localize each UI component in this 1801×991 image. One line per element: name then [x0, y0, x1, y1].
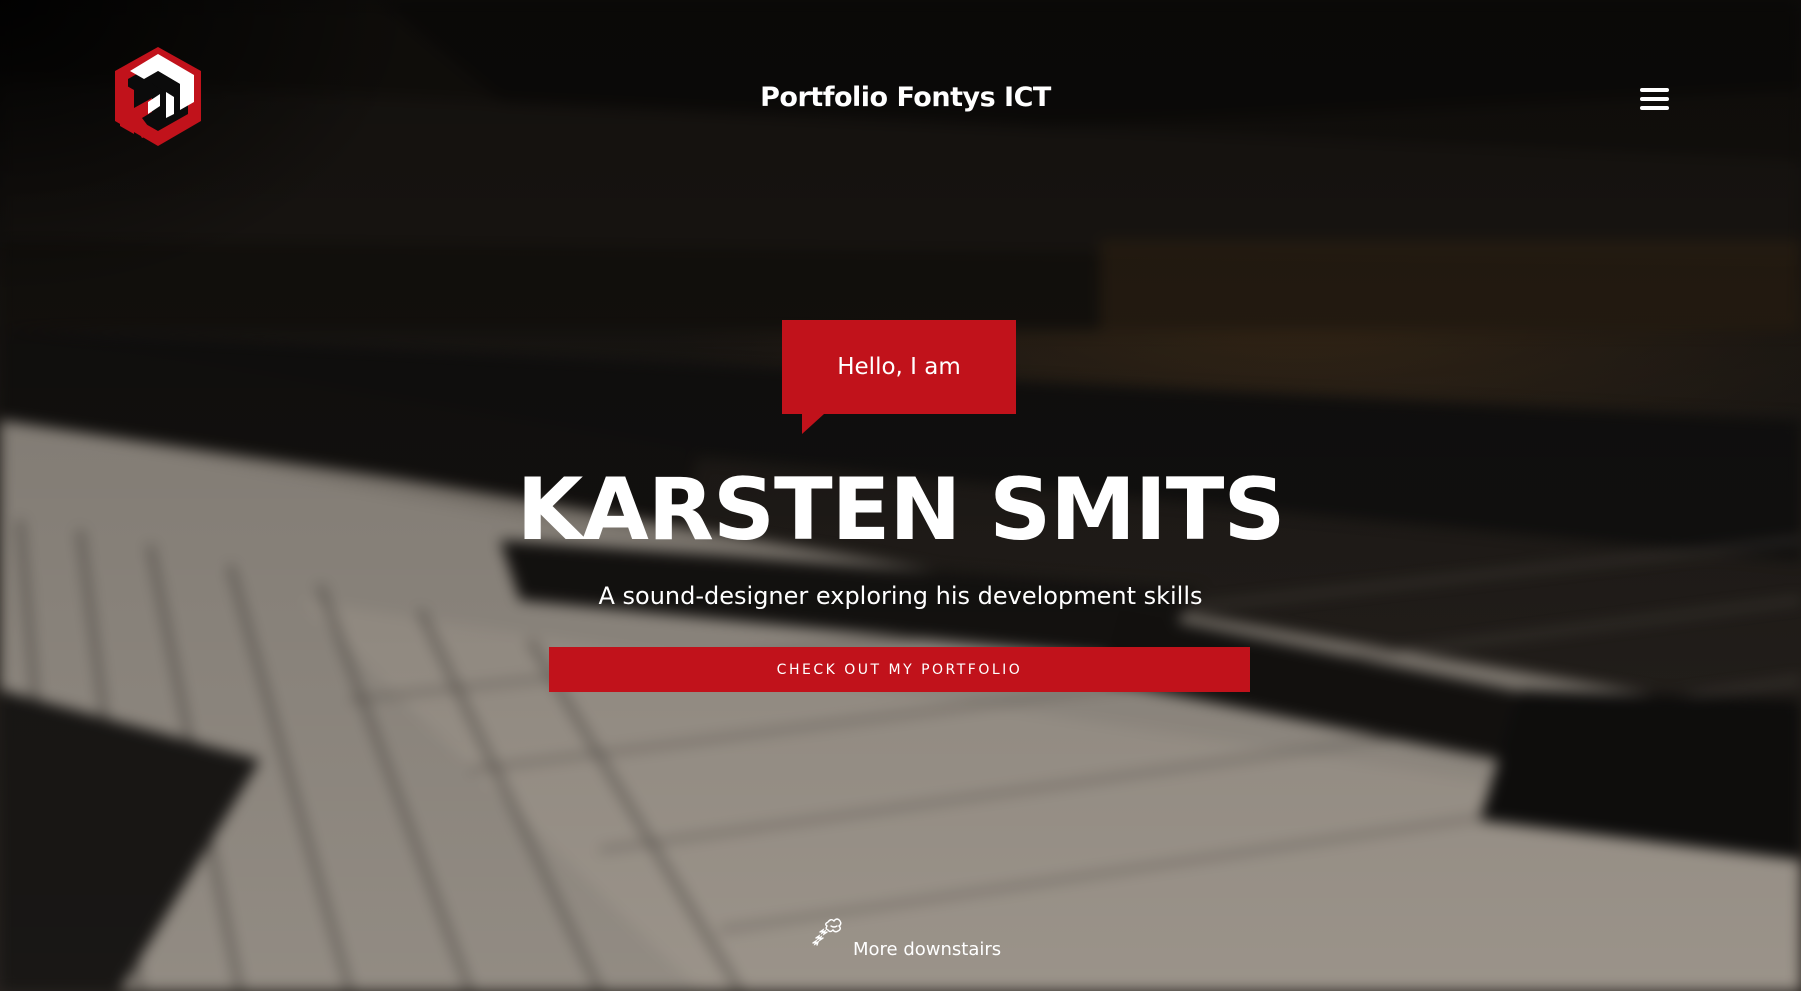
- site-title-text: Portfolio Fontys ICT: [760, 82, 1051, 113]
- greeting-bubble-tail: [802, 414, 824, 434]
- hero-vignette: [0, 0, 420, 300]
- hero-tagline: A sound-designer exploring his developme…: [598, 582, 1203, 610]
- scroll-down-link[interactable]: More downstairs: [806, 912, 1026, 962]
- scroll-label: More downstairs: [853, 939, 1002, 960]
- scroll-hint-icon: [812, 918, 842, 946]
- site-title: Portfolio Fontys ICT: [0, 82, 1801, 113]
- greeting-text: Hello, I am: [837, 354, 961, 380]
- greeting-bubble: Hello, I am: [782, 320, 1016, 414]
- hamburger-menu-icon[interactable]: [1640, 88, 1672, 114]
- hero-section: Portfolio Fontys ICT Hello, I am KARSTEN…: [0, 0, 1801, 991]
- portfolio-cta-button[interactable]: CHECK OUT MY PORTFOLIO: [549, 647, 1250, 692]
- hero-name: KARSTEN SMITS: [516, 460, 1286, 560]
